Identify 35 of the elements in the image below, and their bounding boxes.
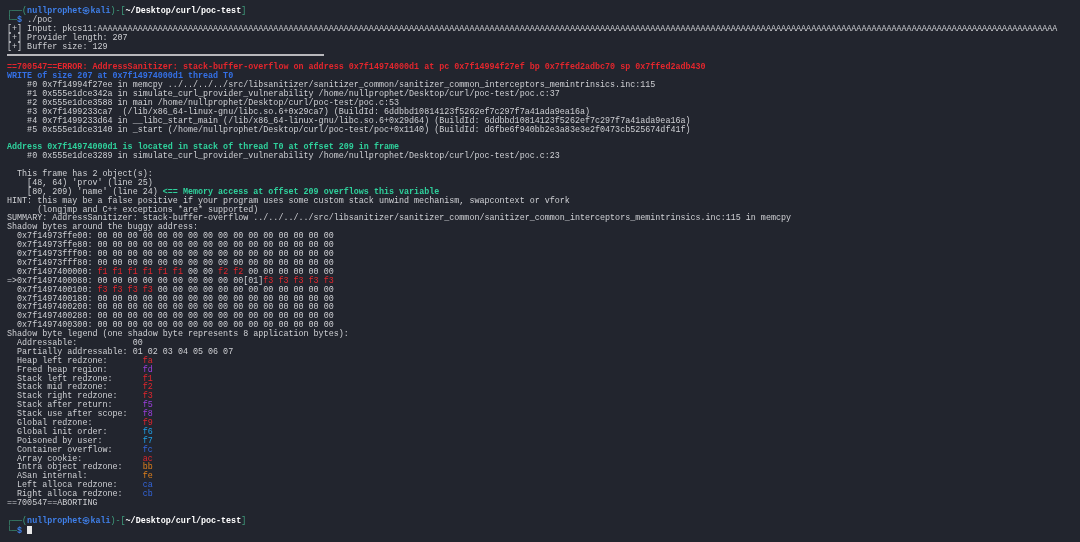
terminal-line: Freed heap region: fd — [16, 365, 153, 375]
command-line: └─$ — [7, 526, 23, 536]
terminal-line: #1 0x555e1dce342a in simulate_curl_provider_vulnerability /home/nullprophet/Desktop/curl/poc-test/poc.c:37 — [26, 90, 560, 99]
terminal-line: Poisoned by user: f7 — [16, 436, 153, 446]
terminal-line: #5 0x555e1dce3140 in _start (/home/nullprophet/Desktop/curl/poc-test/poc+0x1140) (BuildId: d6fbe6f940bb2e3a83e3e2f0473cb525674df41f) — [26, 125, 691, 135]
terminal-line: [+] Input: pkcs11:AAAAAAAAAAAAAAAAAAAAAAAAAAAAAAAAAAAAAAAAAAAAAAAAAAAAAAAAAAAAAAAAAAAAAAAAAAAAAAAAAAAAAAAAAAAAAAAAAAAAAAAAAAAAAAAAAAAAAAAAAAAAAAAAAAAAAAAAAAAAAAAAAAAAAAAAAAAAAAAAAAAAAAAAAAAAAAAAAAAAAAAAAAAAAAA — [7, 24, 1058, 34]
terminal-line: Container overflow: fc — [16, 445, 153, 455]
command-line: └─$ ./poc — [7, 15, 53, 25]
terminal-line: #0 0x555e1dce3289 in simulate_curl_provider_vulnerability /home/nullprophet/Desktop/curl/poc-test/poc.c:23 — [26, 152, 560, 162]
terminal-line: 0x7f14973fff80: 00 00 00 00 00 00 00 00 00 00 00 00 00 00 00 00 — [16, 258, 334, 268]
terminal-line: [+] Provider length: 207 — [7, 33, 128, 43]
terminal-line: =>0x7f1497400080: 00 00 00 00 00 00 00 00 00 00[01]f3 f3 f3 f3 f3 — [7, 276, 334, 286]
terminal-line: #2 0x555e1dce3588 in main /home/nullprophet/Desktop/curl/poc-test/poc.c:53 — [26, 98, 399, 108]
terminal-line: Shadow byte legend (one shadow byte represents 8 application bytes): — [7, 330, 349, 339]
terminal-line: HINT: this may be a false positive if your program uses some custom stack unwind mechanism, swapcontext or vfork — [7, 196, 570, 206]
terminal-line: 0x7f1497400000: f1 f1 f1 f1 f1 f1 00 00 f2 f2 00 00 00 00 00 00 — [17, 267, 334, 277]
terminal-line: ==700547==ABORTING — [7, 499, 98, 508]
terminal-line: Addressable: 00 — [16, 338, 143, 348]
terminal-line: #3 0x7f1499233ca7 (/lib/x86_64-linux-gnu/libc.so.6+0x29ca7) (BuildId: 6ddbbd10814123f5262ef7c297f7a41ada9ea16a) — [26, 107, 590, 117]
terminal-line: Global redzone: f9 — [16, 418, 153, 428]
terminal-line: Stack use after scope: f8 — [16, 410, 153, 419]
terminal-line: Heap left redzone: fa — [16, 356, 153, 366]
shell-prompt: ┌──(nullprophet㉿kali)-[~/Desktop/curl/poc-test] — [7, 7, 247, 16]
terminal-line: 0x7f1497400100: f3 f3 f3 f3 00 00 00 00 00 00 00 00 00 00 00 00 — [16, 285, 334, 295]
terminal-line: Partially addressable: 01 02 03 04 05 06 07 — [16, 347, 234, 357]
shell-prompt: ┌──(nullprophet㉿kali)-[~/Desktop/curl/poc-test] — [7, 516, 247, 526]
terminal-line: Global init order: f6 — [16, 427, 153, 437]
terminal-line: [48, 64) 'prov' (line 25) — [26, 178, 153, 188]
terminal-line: [+] Buffer size: 129 — [7, 42, 108, 52]
terminal-line: This frame has 2 object(s): — [16, 170, 153, 179]
terminal-line: Right alloca redzone: cb — [17, 490, 153, 499]
terminal-line: [80, 209) 'name' (line 24) <== Memory access at offset 209 overflows this variable — [26, 187, 440, 197]
terminal-line: 0x7f14973fff00: 00 00 00 00 00 00 00 00 00 00 00 00 00 00 00 00 — [16, 250, 334, 259]
terminal-line: #4 0x7f1499233d64 in __libc_start_main (/lib/x86_64-linux-gnu/libc.so.6+0x29d64) (BuildId: 6ddbbd10814123f5262ef7c297f7a41ada9ea16a) — [26, 116, 691, 126]
text-cursor — [27, 525, 33, 534]
